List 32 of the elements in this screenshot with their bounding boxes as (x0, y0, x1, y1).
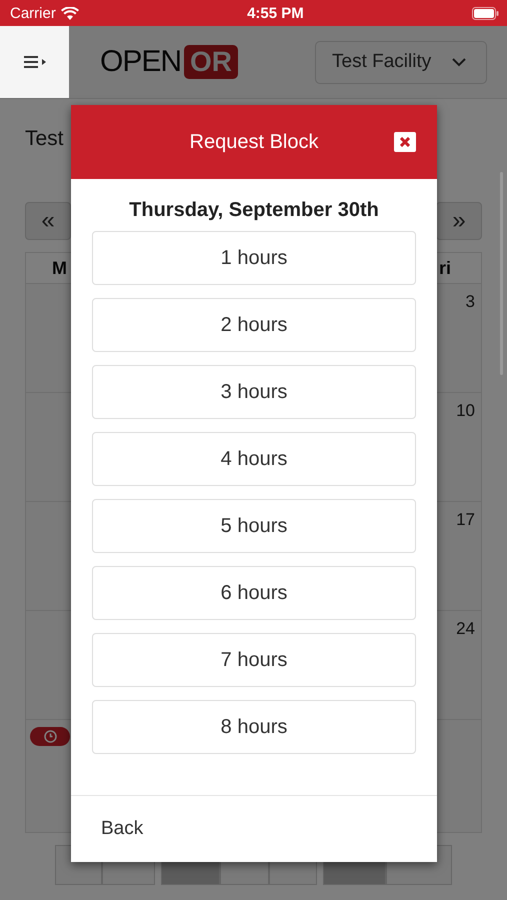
column-header: ri (438, 258, 451, 278)
next-button[interactable]: » (436, 202, 482, 240)
page-title: Test (25, 127, 64, 152)
clock-time: 4:55 PM (247, 4, 304, 22)
previous-button[interactable]: « (25, 202, 71, 240)
logo: OPEN OR (100, 45, 238, 79)
close-icon (400, 137, 410, 147)
hours-option-button[interactable]: 6 hours (92, 566, 416, 620)
menu-icon (24, 56, 46, 68)
event-badge[interactable] (30, 727, 70, 746)
back-button[interactable]: Back (101, 818, 144, 840)
hours-option-button[interactable]: 3 hours (92, 365, 416, 419)
hours-option-button[interactable]: 2 hours (92, 298, 416, 352)
day-number: 24 (456, 619, 475, 640)
chevron-down-icon (452, 58, 466, 66)
hours-option-button[interactable]: 8 hours (92, 700, 416, 754)
day-number: 3 (466, 292, 475, 313)
hours-option-button[interactable]: 7 hours (92, 633, 416, 687)
hours-option-button[interactable]: 1 hours (92, 231, 416, 285)
day-number: 17 (456, 510, 475, 531)
hours-option-button[interactable]: 5 hours (92, 499, 416, 553)
day-number: 10 (456, 401, 475, 422)
battery-icon (472, 6, 499, 20)
date-heading: Thursday, September 30th (128, 199, 380, 222)
column-header: M (52, 258, 67, 278)
facility-select[interactable]: Test Facility (315, 40, 487, 84)
dialog-title: Request Block (190, 130, 318, 154)
clock-icon (44, 730, 56, 743)
wifi-icon (60, 6, 79, 20)
hours-option-button[interactable]: 4 hours (92, 432, 416, 486)
close-button[interactable] (394, 132, 416, 152)
carrier-label: Carrier (10, 4, 79, 22)
